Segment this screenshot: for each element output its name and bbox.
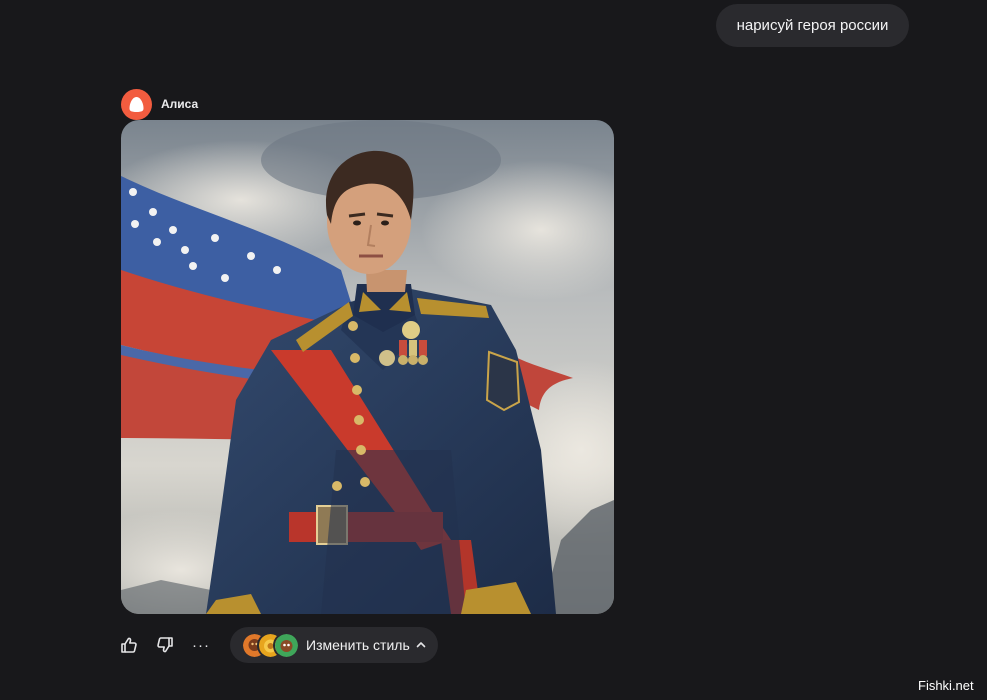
- change-style-button[interactable]: Изменить стиль: [230, 627, 438, 663]
- thumbs-up-icon: [121, 637, 137, 653]
- alice-logo-icon: [129, 96, 144, 112]
- alice-avatar: [121, 88, 152, 120]
- style-previews: [241, 631, 300, 659]
- like-button[interactable]: [118, 634, 140, 656]
- generated-image[interactable]: [121, 120, 614, 614]
- chevron-up-icon: [416, 640, 426, 650]
- user-message-text: нарисуй героя россии: [736, 17, 889, 34]
- change-style-label: Изменить стиль: [306, 637, 410, 653]
- message-actions: ··· Изменить стиль: [118, 627, 438, 663]
- more-options-button[interactable]: ···: [190, 634, 212, 656]
- thumbs-down-icon: [157, 637, 173, 653]
- dislike-button[interactable]: [154, 634, 176, 656]
- watermark: Fishki.net: [918, 678, 974, 693]
- style-preview-3-icon: [273, 631, 300, 659]
- assistant-header: Алиса: [121, 88, 198, 120]
- assistant-name: Алиса: [161, 97, 199, 111]
- user-message-bubble: нарисуй героя россии: [716, 4, 909, 47]
